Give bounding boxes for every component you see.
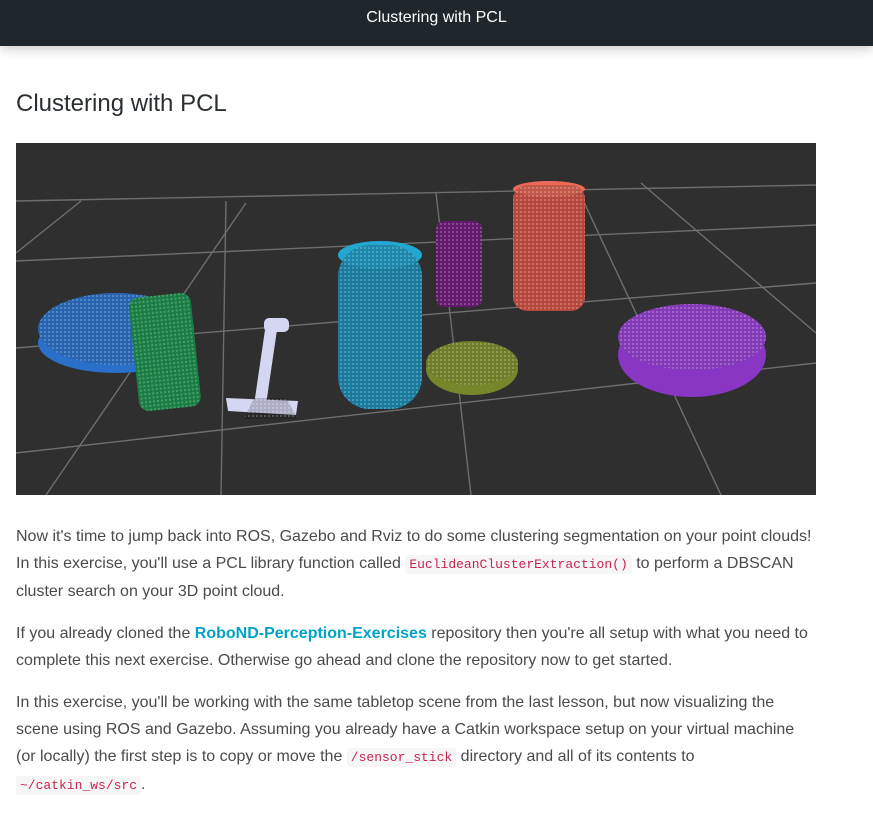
paragraph-1: Now it's time to jump back into ROS, Gaz… bbox=[16, 523, 816, 605]
code-sensor-stick: /sensor_stick bbox=[346, 748, 457, 767]
violet-cluster bbox=[618, 304, 766, 397]
paragraph-2: If you already cloned the RoboND-Percept… bbox=[16, 620, 816, 674]
page-title: Clustering with PCL bbox=[16, 90, 227, 117]
cyan-cluster bbox=[338, 241, 422, 409]
purple-cluster bbox=[436, 221, 482, 307]
content: Now it's time to jump back into ROS, Gaz… bbox=[16, 523, 816, 814]
white-cluster bbox=[226, 318, 298, 419]
point-cloud-image bbox=[16, 143, 816, 495]
header-title: Clustering with PCL bbox=[366, 9, 507, 26]
red-cluster bbox=[513, 181, 585, 311]
paragraph-3-text-2: directory and all of its contents to bbox=[456, 748, 695, 765]
olive-cluster bbox=[426, 341, 518, 395]
code-catkin-src: ~/catkin_ws/src bbox=[16, 776, 142, 795]
paragraph-3: In this exercise, you'll be working with… bbox=[16, 689, 816, 799]
paragraph-2-text-1: If you already cloned the bbox=[16, 625, 195, 642]
repo-link[interactable]: RoboND-Perception-Exercises bbox=[195, 625, 427, 642]
top-bar: Clustering with PCL bbox=[0, 0, 873, 46]
green-cluster bbox=[129, 293, 201, 411]
code-euclidean: EuclideanClusterExtraction() bbox=[405, 555, 632, 574]
paragraph-3-text-3: . bbox=[141, 776, 146, 793]
